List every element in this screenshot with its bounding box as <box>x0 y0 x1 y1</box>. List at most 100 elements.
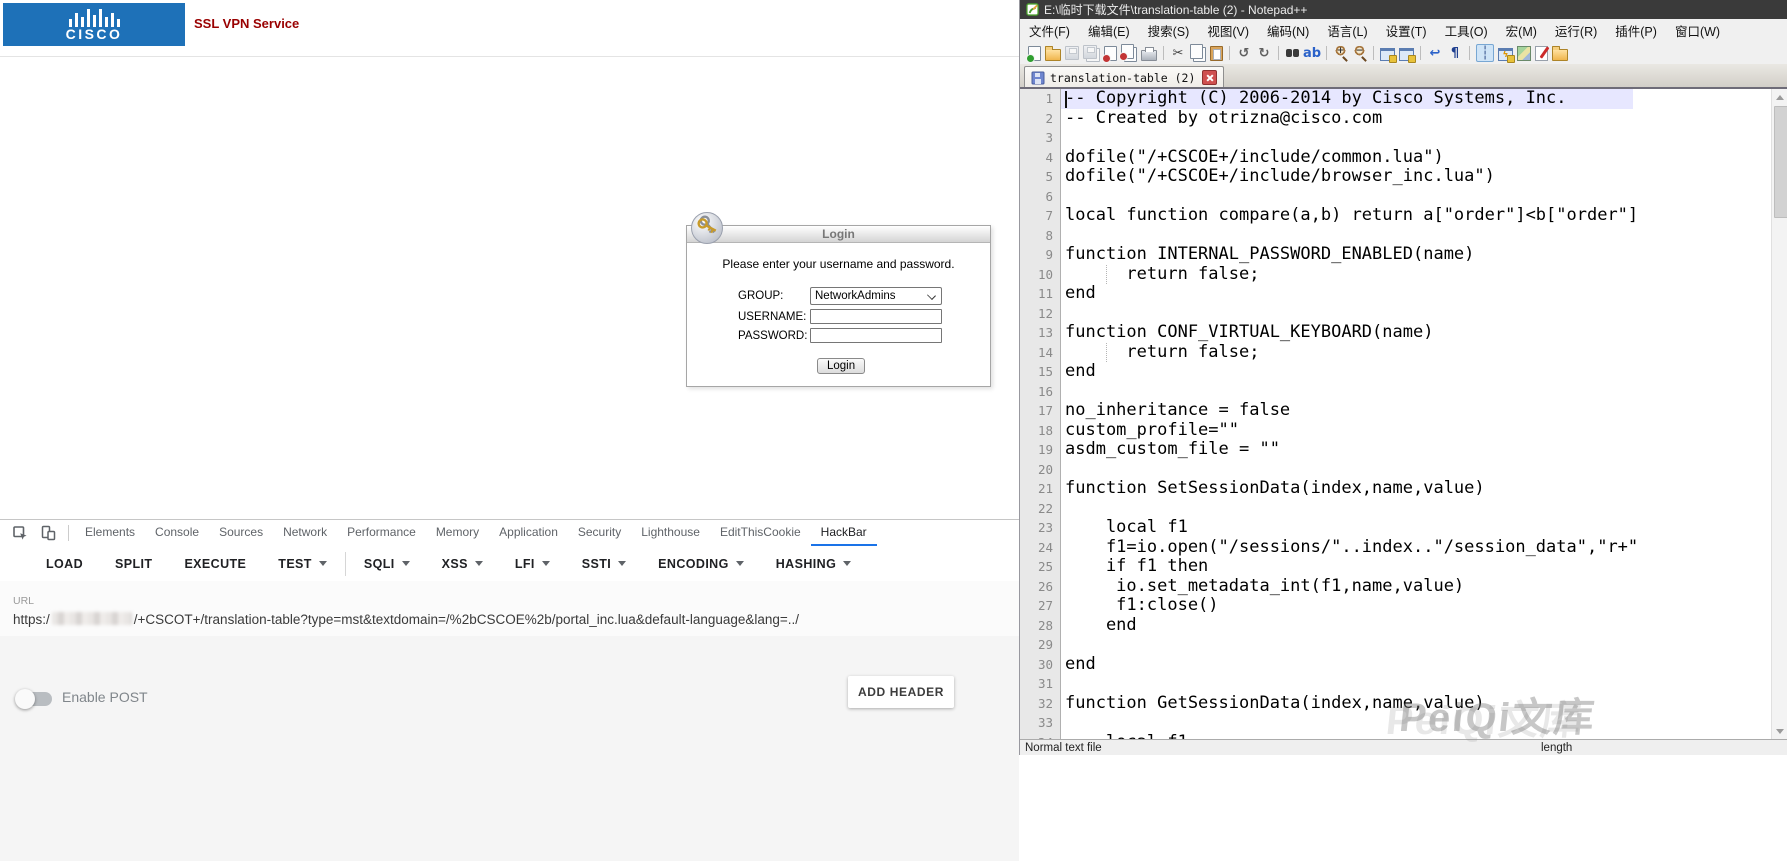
hackbar-menu-encoding[interactable]: ENCODING <box>642 557 760 571</box>
sync-horizontal-scroll-icon[interactable] <box>1399 48 1416 63</box>
login-dialog-titlebar[interactable]: Login <box>687 226 990 243</box>
menubar-item-1[interactable]: 文件(F) <box>1020 19 1079 42</box>
menubar-item-10[interactable]: 运行(R) <box>1546 19 1606 42</box>
replace-icon[interactable]: ab <box>1303 45 1321 61</box>
line-number: 12 <box>1037 305 1053 321</box>
scrollbar-thumb[interactable] <box>1773 106 1787 218</box>
hackbar-menu-sqli[interactable]: SQLI <box>348 557 426 571</box>
devtools-tab-elements[interactable]: Elements <box>75 520 145 546</box>
code-line: end <box>1065 361 1096 381</box>
new-file-icon[interactable] <box>1026 45 1041 63</box>
devtools-tab-console[interactable]: Console <box>145 520 209 546</box>
menubar-item-5[interactable]: 编码(N) <box>1258 19 1318 42</box>
url-input[interactable]: https:/ /+CSCOT+/translation-table?type=m… <box>13 612 799 627</box>
editor-area[interactable]: 1 2 3 4 5 6 7 8 9 10 11 12 13 14 15 16 17 18 19 20 21 22 23 24 2… <box>1020 89 1787 739</box>
menubar-item-12[interactable]: 窗口(W) <box>1666 19 1729 42</box>
save-icon[interactable] <box>1065 46 1079 60</box>
close-file-icon[interactable] <box>1102 45 1117 63</box>
hackbar-menu-test[interactable]: TEST <box>262 557 343 571</box>
line-number: 10 <box>1037 266 1053 282</box>
open-file-icon[interactable] <box>1045 46 1061 61</box>
word-wrap-icon[interactable]: ↩ <box>1427 45 1443 61</box>
scroll-down-arrow[interactable] <box>1773 724 1787 738</box>
save-all-icon[interactable] <box>1083 44 1097 59</box>
menubar-item-11[interactable]: 插件(P) <box>1606 19 1666 42</box>
editor-scrollbar[interactable] <box>1771 89 1787 739</box>
show-all-characters-icon[interactable]: ¶ <box>1447 45 1463 61</box>
hackbar-menu-ssti[interactable]: SSTI <box>566 557 642 571</box>
devtools-tab-lighthouse[interactable]: Lighthouse <box>631 520 710 546</box>
menubar-item-6[interactable]: 语言(L) <box>1318 19 1376 42</box>
menubar-item-4[interactable]: 视图(V) <box>1198 19 1258 42</box>
group-select[interactable]: NetworkAdmins <box>810 287 942 305</box>
menubar-item-7[interactable]: 设置(T) <box>1377 19 1436 42</box>
indent-guide-icon[interactable]: ┆ <box>1476 44 1494 62</box>
devtools-tab-memory[interactable]: Memory <box>426 520 489 546</box>
dropdown-caret-icon <box>618 561 627 566</box>
code-line: function SetSessionData(index,name,value… <box>1065 478 1485 498</box>
hackbar-menu-label: LOAD <box>46 556 84 571</box>
find-icon[interactable] <box>1285 46 1300 60</box>
hackbar-menu-execute[interactable]: EXECUTE <box>168 557 262 571</box>
toolbar-divider <box>1420 46 1421 60</box>
dropdown-caret-icon <box>843 561 852 566</box>
devtools-tab-security[interactable]: Security <box>568 520 631 546</box>
paste-icon[interactable] <box>1210 45 1223 61</box>
inspect-element-icon[interactable] <box>12 520 28 546</box>
devtools-tabstrip: Elements Console Sources Network Performance… <box>0 520 1019 547</box>
text-caret <box>1065 90 1067 108</box>
hackbar-menu-xss[interactable]: XSS <box>426 557 499 571</box>
cut-icon[interactable]: ✂ <box>1170 45 1186 61</box>
notepad-titlebar[interactable]: E:\临时下载文件\translation-table (2) - Notepa… <box>1020 0 1787 19</box>
hackbar-menu-label: ENCODING <box>658 556 729 571</box>
sync-vertical-scroll-icon[interactable] <box>1380 48 1397 63</box>
line-number: 29 <box>1037 637 1053 652</box>
menubar-item-9[interactable]: 宏(M) <box>1497 19 1546 42</box>
devtools-tab-hackbar[interactable]: HackBar <box>810 520 877 546</box>
scroll-up-arrow[interactable] <box>1773 90 1787 104</box>
add-header-button[interactable]: ADD HEADER <box>848 676 954 708</box>
function-list-icon[interactable]: ϟ <box>1498 48 1515 63</box>
folder-panel-icon[interactable] <box>1552 46 1568 61</box>
hackbar-menu-load[interactable]: LOAD <box>30 557 99 571</box>
zoom-out-icon[interactable]: − <box>1352 43 1367 63</box>
hackbar-menu-hashing[interactable]: HASHING <box>760 557 867 571</box>
edit-marker-icon[interactable] <box>1535 45 1548 61</box>
password-input[interactable] <box>810 328 942 343</box>
file-tab[interactable]: translation-table (2) <box>1024 66 1225 88</box>
close-all-icon[interactable] <box>1119 44 1134 61</box>
devtools-tab-network[interactable]: Network <box>273 520 337 546</box>
login-dialog-body: Please enter your username and password.… <box>687 257 990 374</box>
hackbar-menu-split[interactable]: SPLIT <box>99 557 168 571</box>
devtools-tab-performance[interactable]: Performance <box>337 520 426 546</box>
menubar-item-3[interactable]: 搜索(S) <box>1139 19 1199 42</box>
device-toolbar-icon[interactable] <box>40 520 56 546</box>
tab-close-icon[interactable] <box>1202 70 1218 85</box>
code-line: function INTERNAL_PASSWORD_ENABLED(name) <box>1065 244 1475 264</box>
notepad-title: E:\临时下载文件\translation-table (2) - Notepa… <box>1044 3 1308 17</box>
devtools-tabs: Elements Console Sources Network Performance… <box>75 520 877 546</box>
copy-icon[interactable] <box>1190 44 1203 59</box>
hackbar-menu-label: SPLIT <box>115 556 153 571</box>
print-icon[interactable] <box>1141 47 1157 61</box>
login-button[interactable]: Login <box>817 358 866 374</box>
zoom-in-icon[interactable]: + <box>1333 43 1348 63</box>
toolbar-divider <box>1469 46 1470 60</box>
menubar-item-2[interactable]: 编辑(E) <box>1079 19 1139 42</box>
line-number: 5 <box>1045 169 1053 184</box>
toolbar-divider <box>1326 46 1327 60</box>
document-map-icon[interactable] <box>1517 45 1531 61</box>
dropdown-caret-icon <box>474 561 483 566</box>
username-input[interactable] <box>810 309 942 324</box>
devtools-tab-editthiscookie[interactable]: EditThisCookie <box>710 520 811 546</box>
redo-icon[interactable]: ↻ <box>1256 45 1272 61</box>
hackbar-menu-lfi[interactable]: LFI <box>499 557 566 571</box>
menubar-item-8[interactable]: 工具(O) <box>1436 19 1497 42</box>
undo-icon[interactable]: ↺ <box>1236 45 1252 61</box>
devtools-tab-application[interactable]: Application <box>489 520 568 546</box>
devtools-tab-sources[interactable]: Sources <box>209 520 273 546</box>
doc-type-status: Normal text file <box>1025 742 1102 754</box>
enable-post-toggle[interactable] <box>15 689 52 709</box>
